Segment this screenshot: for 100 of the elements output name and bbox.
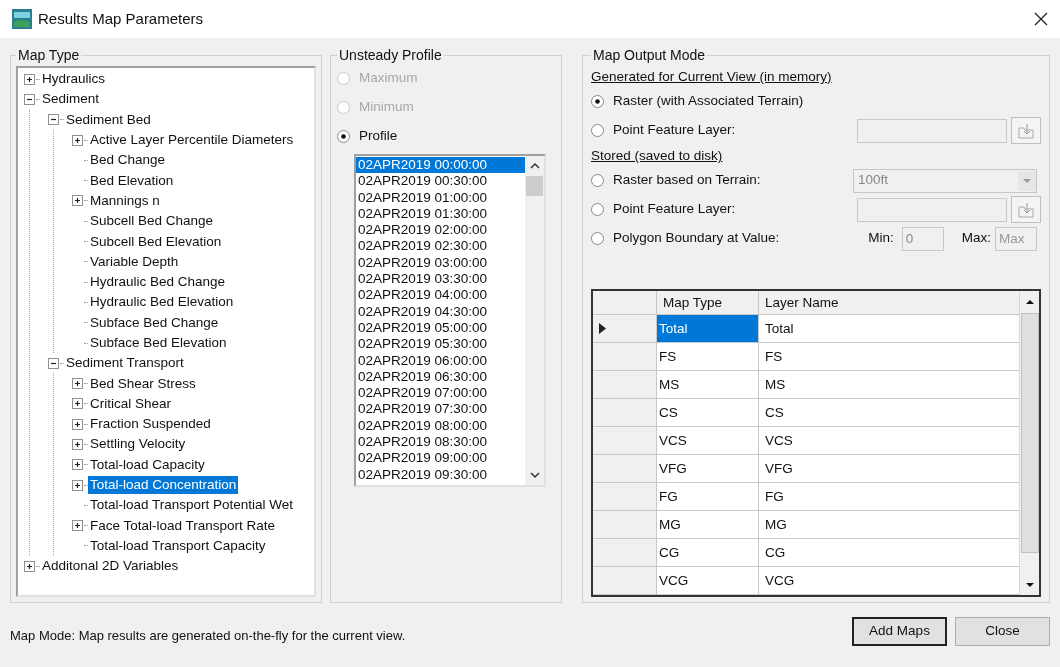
list-item[interactable]: 02APR2019 02:00:00 (356, 222, 525, 239)
tree-item[interactable]: Subface Bed Change (88, 313, 221, 332)
expand-icon[interactable] (72, 439, 83, 450)
expand-icon[interactable] (72, 378, 83, 390)
radio-label[interactable]: Raster (with Associated Terrain) (613, 91, 804, 112)
table-cell[interactable]: FG (759, 483, 1019, 510)
radio-button[interactable] (591, 124, 604, 137)
scroll-thumb[interactable] (526, 176, 543, 196)
radio-button[interactable] (591, 95, 604, 108)
collapse-icon[interactable] (24, 93, 35, 105)
tree-item[interactable]: Subcell Bed Change (88, 212, 216, 231)
tree-item[interactable]: Face Total-load Transport Rate (88, 516, 278, 535)
list-item[interactable]: 02APR2019 08:00:00 (356, 417, 525, 435)
list-item[interactable]: 02APR2019 09:30:00 (356, 466, 525, 483)
tree-item[interactable]: Total-load Transport Potential Wet (88, 496, 296, 515)
scroll-thumb[interactable] (1020, 313, 1039, 553)
radio-button[interactable] (591, 203, 604, 216)
tree-item[interactable]: Critical Shear (88, 394, 174, 413)
layer-field[interactable] (857, 118, 1007, 143)
table-cell[interactable]: FS (657, 343, 759, 370)
expand-icon[interactable] (72, 195, 83, 207)
collapse-icon[interactable] (48, 114, 59, 126)
tree-item[interactable]: Bed Elevation (88, 171, 176, 190)
tree-item[interactable]: Active Layer Percentile Diameters (88, 131, 296, 150)
tree-item[interactable]: Sediment (40, 90, 102, 109)
table-cell[interactable]: VCG (759, 567, 1019, 594)
list-item[interactable]: 02APR2019 01:30:00 (356, 205, 525, 223)
table-cell[interactable]: CG (759, 539, 1019, 566)
radio-button[interactable] (591, 174, 604, 187)
expand-icon[interactable] (72, 418, 83, 430)
tree-item[interactable]: Hydraulics (40, 70, 108, 89)
expand-icon[interactable] (72, 479, 83, 491)
expand-icon[interactable] (24, 560, 35, 572)
tree-item[interactable]: Settling Velocity (88, 435, 188, 454)
layer-field[interactable] (857, 197, 1007, 222)
scroll-down-icon[interactable] (528, 469, 541, 481)
table-cell[interactable]: VFG (759, 455, 1019, 482)
table-cell[interactable]: VCS (657, 427, 759, 454)
tree-item[interactable]: Total-load Capacity (88, 455, 207, 474)
radio-label[interactable]: Point Feature Layer: (613, 120, 736, 141)
tree-item[interactable]: Subface Bed Elevation (88, 334, 229, 352)
list-item[interactable]: 02APR2019 06:30:00 (356, 368, 525, 386)
table-cell[interactable]: Total (759, 315, 1019, 342)
tree-item[interactable]: Variable Depth (88, 252, 181, 271)
list-item[interactable]: 02APR2019 04:30:00 (356, 303, 525, 320)
tree-item[interactable]: Total-load Transport Capacity (88, 536, 268, 555)
scroll-down-icon[interactable] (1024, 580, 1035, 590)
list-item[interactable]: 02APR2019 02:30:00 (356, 238, 525, 255)
column-header[interactable]: Map Type (657, 291, 759, 314)
expand-icon[interactable] (24, 73, 35, 85)
scrollbar[interactable] (525, 156, 544, 485)
table-cell[interactable]: CS (657, 399, 759, 426)
list-item[interactable]: 02APR2019 04:00:00 (356, 287, 525, 304)
list-item[interactable]: 02APR2019 03:30:00 (356, 271, 525, 288)
table-cell[interactable]: MS (759, 371, 1019, 398)
radio-label[interactable]: Polygon Boundary at Value: (613, 228, 780, 249)
list-item[interactable]: 02APR2019 09:00:00 (356, 450, 525, 467)
table-cell[interactable]: VFG (657, 455, 759, 482)
list-item[interactable]: 02APR2019 07:00:00 (356, 385, 525, 402)
column-header[interactable]: Layer Name (759, 291, 1019, 314)
radio-label[interactable]: Point Feature Layer: (613, 199, 736, 220)
list-item[interactable]: 02APR2019 03:00:00 (356, 254, 525, 272)
layer-picker-button[interactable] (1011, 196, 1041, 223)
tree-item[interactable]: Mannings n (88, 191, 162, 210)
tree-item[interactable]: Total-load Concentration (88, 476, 239, 495)
close-icon[interactable] (1034, 12, 1048, 26)
scrollbar[interactable] (1019, 291, 1039, 595)
tree-item[interactable]: Hydraulic Bed Elevation (88, 293, 236, 312)
expand-icon[interactable] (72, 398, 83, 410)
table-cell[interactable]: FG (657, 483, 759, 510)
layer-picker-button[interactable] (1011, 117, 1041, 144)
list-item[interactable]: 02APR2019 01:00:00 (356, 189, 525, 206)
max-field[interactable]: Max (995, 226, 1037, 251)
radio-label[interactable]: Profile (359, 125, 398, 147)
expand-icon[interactable] (72, 459, 83, 471)
list-item[interactable]: 02APR2019 08:30:00 (356, 434, 525, 451)
tree-item[interactable]: Sediment Bed (64, 110, 153, 129)
table-cell[interactable]: FS (759, 343, 1019, 370)
dialog-button[interactable]: Add Maps (852, 617, 947, 646)
table-cell[interactable]: VCS (759, 427, 1019, 454)
list-item[interactable]: 02APR2019 07:30:00 (356, 401, 525, 418)
tree-item[interactable]: Additonal 2D Variables (40, 557, 181, 576)
list-item[interactable]: 02APR2019 05:30:00 (356, 336, 525, 353)
table-cell[interactable]: CS (759, 399, 1019, 426)
table-cell[interactable]: MG (759, 511, 1019, 538)
table-cell[interactable]: Total (657, 315, 759, 342)
tree-item[interactable]: Hydraulic Bed Change (88, 273, 228, 292)
tree-item[interactable]: Sediment Transport (64, 354, 186, 373)
radio-button[interactable] (337, 129, 350, 143)
list-item[interactable]: 02APR2019 05:00:00 (356, 319, 525, 337)
table-cell[interactable]: MG (657, 511, 759, 538)
radio-button[interactable] (591, 232, 604, 245)
tree-item[interactable]: Subcell Bed Elevation (88, 232, 224, 251)
table-cell[interactable]: MS (657, 371, 759, 398)
table-cell[interactable]: CG (657, 539, 759, 566)
dialog-button[interactable]: Close (955, 617, 1050, 646)
tree-item[interactable]: Bed Change (88, 151, 168, 170)
table-cell[interactable]: VCG (657, 567, 759, 594)
tree-item[interactable]: Fraction Suspended (88, 415, 213, 434)
collapse-icon[interactable] (48, 357, 59, 369)
